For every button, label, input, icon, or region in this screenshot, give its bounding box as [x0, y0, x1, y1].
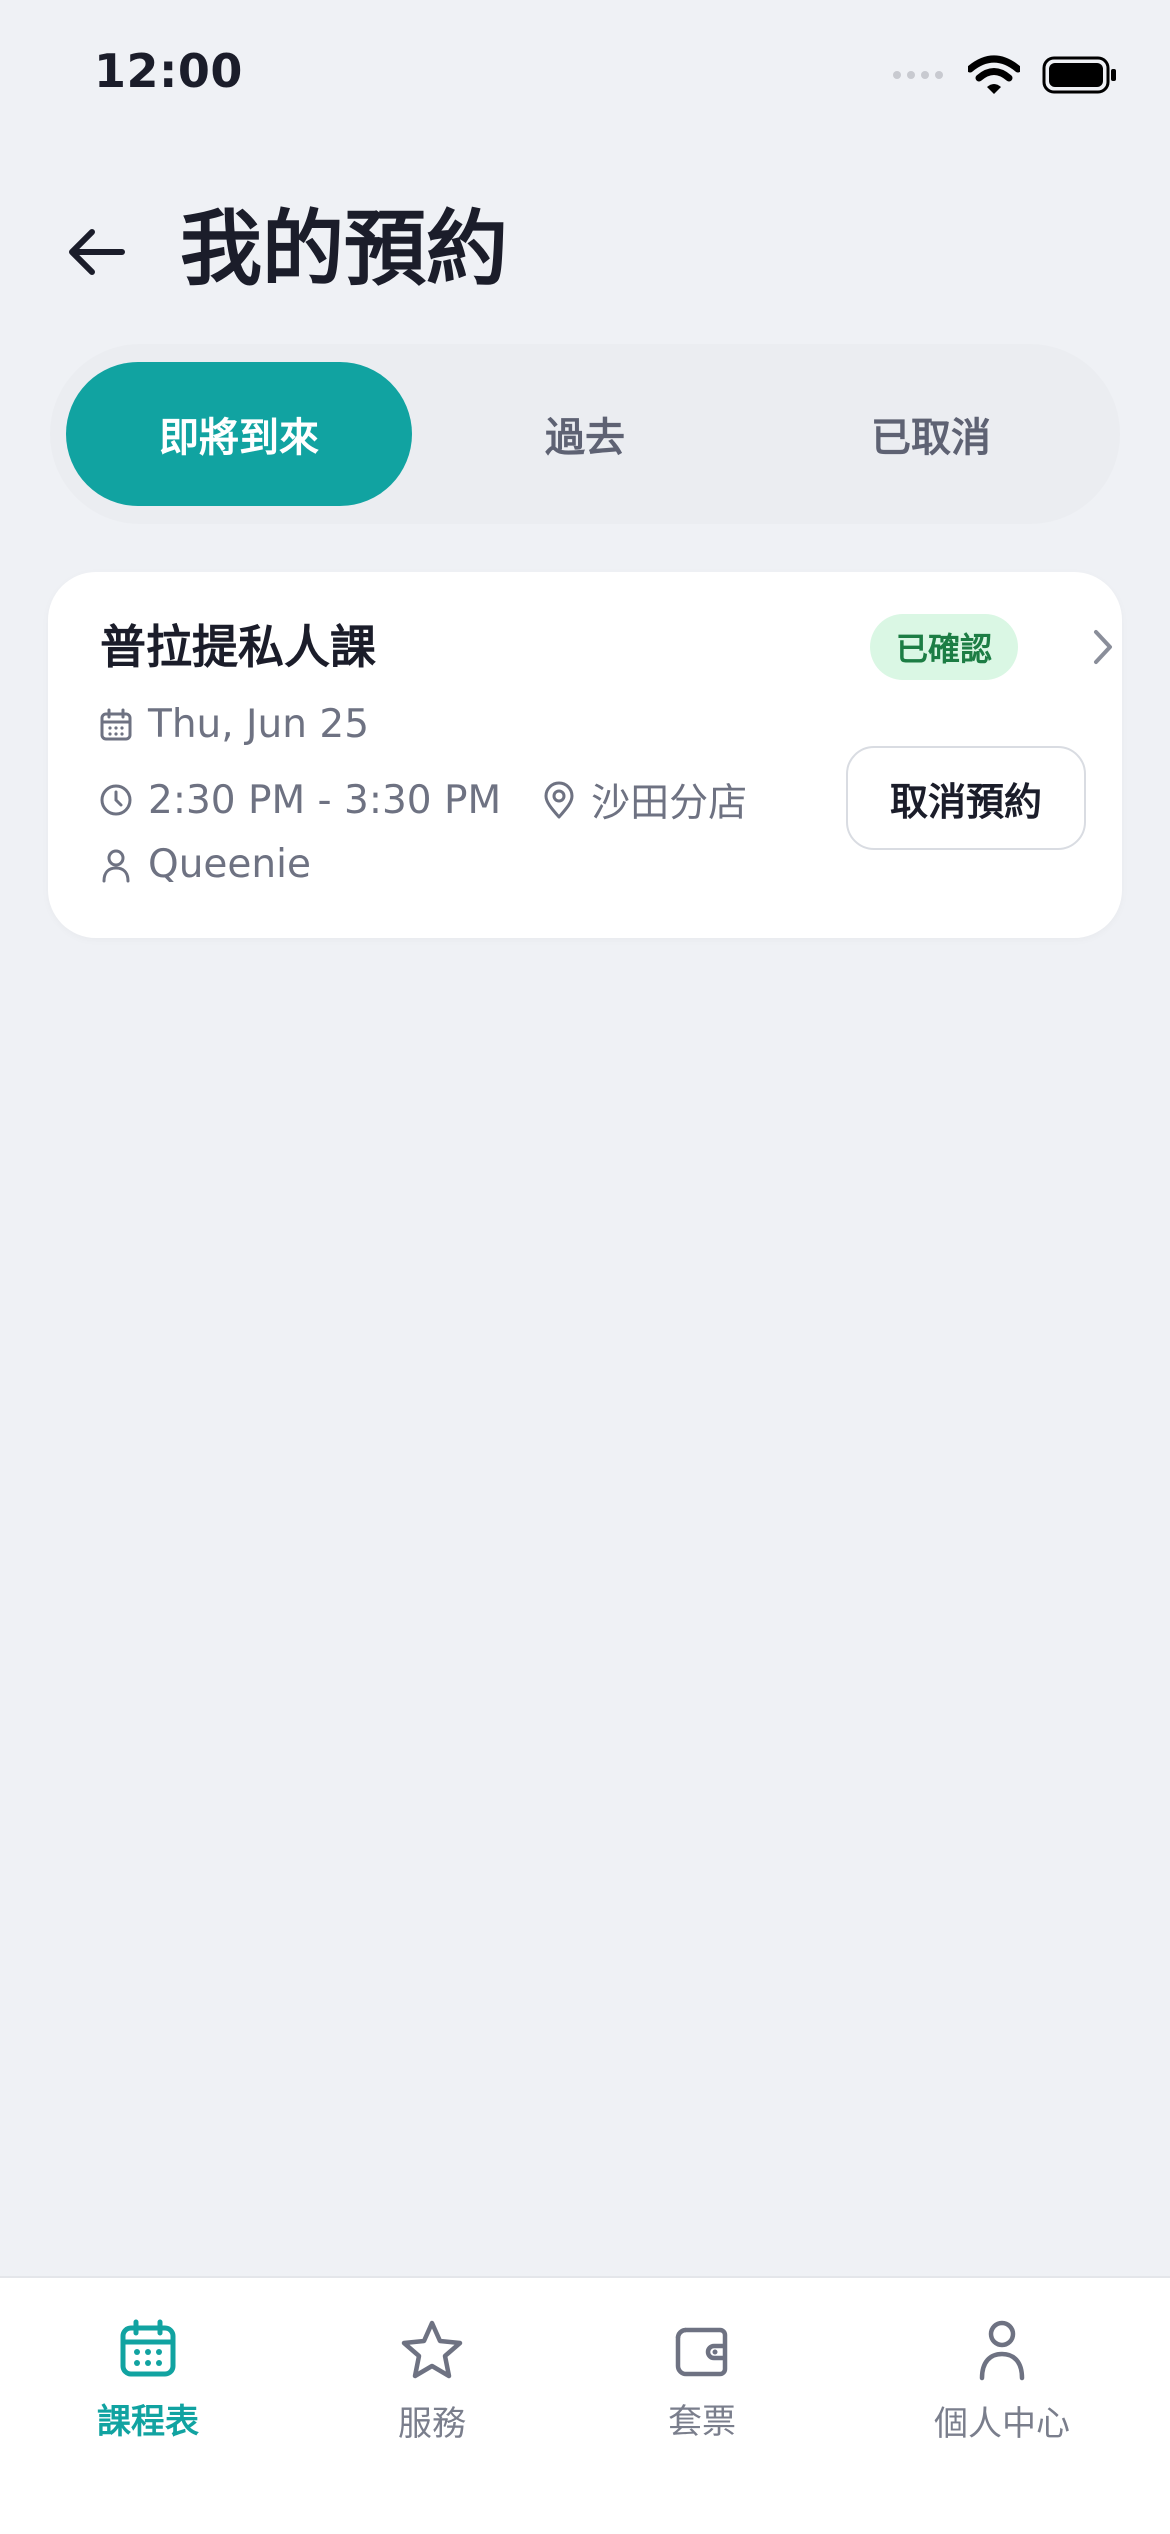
wallet-icon — [675, 2327, 728, 2377]
booking-instructor: Queenie — [148, 842, 311, 887]
booking-date-row: Thu, Jun 25 — [98, 702, 369, 747]
person-icon — [102, 849, 130, 882]
tab-past[interactable]: 過去 — [412, 362, 758, 506]
nav-label-services: 服務 — [398, 2404, 466, 2444]
arrow-left-icon — [69, 229, 125, 275]
bottom-nav: 課程表 服務 套票 個人中心 — [0, 2276, 1170, 2534]
chevron-right-icon[interactable] — [1078, 622, 1128, 672]
nav-item-packages[interactable]: 套票 — [572, 2318, 832, 2443]
nav-item-schedule[interactable]: 課程表 — [18, 2318, 278, 2443]
status-bar: 12:00 — [0, 0, 1170, 140]
status-icons — [892, 50, 1118, 100]
wifi-icon — [968, 55, 1020, 94]
nav-label-schedule: 課程表 — [97, 2402, 199, 2442]
tab-cancelled[interactable]: 已取消 — [758, 362, 1104, 506]
booking-time-row: 2:30 PM - 3:30 PM 沙田分店 — [98, 772, 747, 828]
battery-icon — [1042, 56, 1116, 94]
clock-icon — [100, 784, 132, 816]
nav-label-profile: 個人中心 — [934, 2404, 1070, 2444]
page-header: 我的預約 — [0, 180, 1170, 320]
cancel-booking-button[interactable]: 取消預約 — [846, 746, 1086, 850]
signal-icon — [893, 71, 943, 79]
nav-item-profile[interactable]: 個人中心 — [872, 2318, 1132, 2445]
back-button[interactable] — [60, 216, 132, 288]
booking-location: 沙田分店 — [591, 781, 748, 826]
booking-tabs: 即將到來 過去 已取消 — [50, 344, 1120, 524]
person-icon — [979, 2320, 1025, 2381]
nav-item-services[interactable]: 服務 — [302, 2318, 562, 2445]
page-title: 我的預約 — [180, 202, 509, 297]
tab-upcoming[interactable]: 即將到來 — [66, 362, 412, 506]
calendar-icon — [100, 708, 132, 740]
location-pin-icon — [544, 781, 574, 819]
nav-label-packages: 套票 — [668, 2402, 736, 2442]
calendar-icon — [120, 2319, 176, 2377]
booking-time: 2:30 PM - 3:30 PM — [148, 777, 502, 823]
booking-instructor-row: Queenie — [98, 842, 311, 887]
star-icon — [401, 2320, 463, 2379]
booking-date: Thu, Jun 25 — [148, 702, 370, 747]
booking-title: 普拉提私人課 — [100, 620, 376, 674]
status-time: 12:00 — [94, 44, 243, 98]
booking-card[interactable]: 普拉提私人課 已確認 Thu, Jun 25 2:30 PM - 3:30 PM… — [48, 572, 1122, 938]
status-badge: 已確認 — [870, 614, 1019, 680]
